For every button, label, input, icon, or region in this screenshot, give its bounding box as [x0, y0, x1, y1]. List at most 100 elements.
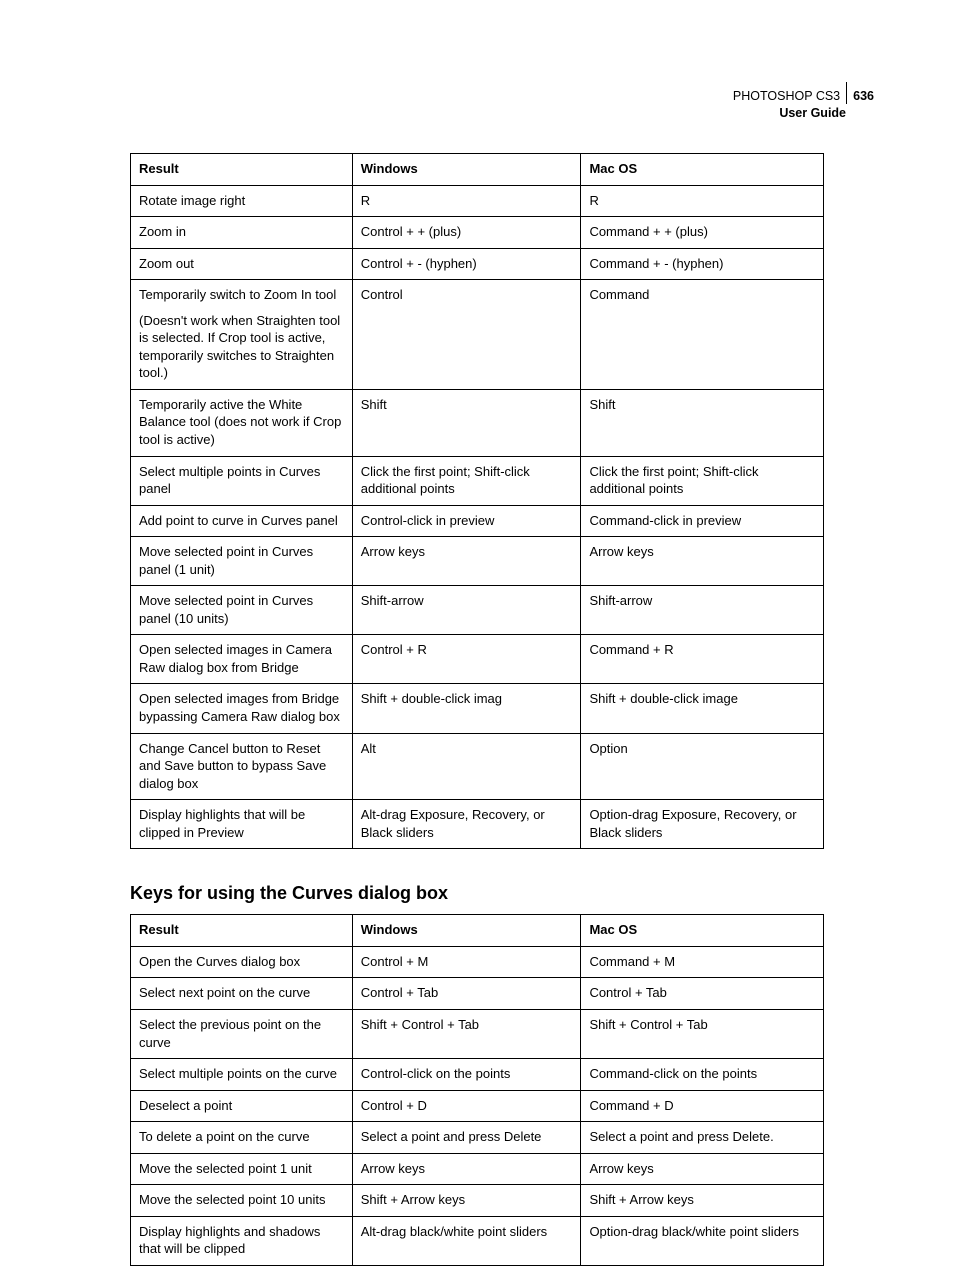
section-heading-curves: Keys for using the Curves dialog box	[130, 883, 824, 904]
cell-result: Move the selected point 10 units	[131, 1185, 353, 1217]
cell-win: Shift-arrow	[352, 586, 581, 635]
cell-result: Open the Curves dialog box	[131, 946, 353, 978]
cell-win: Control	[352, 280, 581, 390]
cell-win: Alt-drag black/white point sliders	[352, 1216, 581, 1265]
cell-result: To delete a point on the curve	[131, 1122, 353, 1154]
cell-win: Control + + (plus)	[352, 217, 581, 249]
table-row: Temporarily active the White Balance too…	[131, 389, 824, 456]
cell-mac: R	[581, 185, 824, 217]
col-result: Result	[131, 154, 353, 186]
col-windows: Windows	[352, 915, 581, 947]
cell-mac: Command	[581, 280, 824, 390]
cell-result: Add point to curve in Curves panel	[131, 505, 353, 537]
col-windows: Windows	[352, 154, 581, 186]
cell-result: Display highlights that will be clipped …	[131, 800, 353, 849]
cell-result: Zoom in	[131, 217, 353, 249]
table-row: Move selected point in Curves panel (1 u…	[131, 537, 824, 586]
cell-win: Control + D	[352, 1090, 581, 1122]
cell-result: Select next point on the curve	[131, 978, 353, 1010]
table-row: Move selected point in Curves panel (10 …	[131, 586, 824, 635]
cell-win: Control-click on the points	[352, 1059, 581, 1091]
cell-result: Move the selected point 1 unit	[131, 1153, 353, 1185]
cell-result: Select the previous point on the curve	[131, 1009, 353, 1058]
cell-mac: Select a point and press Delete.	[581, 1122, 824, 1154]
table-row: To delete a point on the curveSelect a p…	[131, 1122, 824, 1154]
table-row: Select multiple points on the curveContr…	[131, 1059, 824, 1091]
cell-result: Deselect a point	[131, 1090, 353, 1122]
cell-win: Arrow keys	[352, 537, 581, 586]
page: PHOTOSHOP CS3 636 User Guide Result Wind…	[0, 0, 954, 1235]
running-header: PHOTOSHOP CS3 636 User Guide	[733, 78, 874, 122]
col-result: Result	[131, 915, 353, 947]
cell-win: Control + M	[352, 946, 581, 978]
cell-win: Control-click in preview	[352, 505, 581, 537]
cell-result: Select multiple points in Curves panel	[131, 456, 353, 505]
cell-win: Control + Tab	[352, 978, 581, 1010]
table-row: Open selected images in Camera Raw dialo…	[131, 635, 824, 684]
cell-mac: Shift + Arrow keys	[581, 1185, 824, 1217]
cell-result: Zoom out	[131, 248, 353, 280]
cell-win: Shift + Arrow keys	[352, 1185, 581, 1217]
table-row: Add point to curve in Curves panelContro…	[131, 505, 824, 537]
cell-mac: Control + Tab	[581, 978, 824, 1010]
cell-result: Temporarily active the White Balance too…	[131, 389, 353, 456]
cell-mac: Arrow keys	[581, 1153, 824, 1185]
table-row: Change Cancel button to Reset and Save b…	[131, 733, 824, 800]
table-header-row: Result Windows Mac OS	[131, 154, 824, 186]
cell-result: Select multiple points on the curve	[131, 1059, 353, 1091]
table-row: Display highlights that will be clipped …	[131, 800, 824, 849]
cell-mac: Command + R	[581, 635, 824, 684]
header-separator	[846, 82, 847, 104]
cell-result: Temporarily switch to Zoom In tool(Doesn…	[131, 280, 353, 390]
col-mac: Mac OS	[581, 915, 824, 947]
cell-win: Alt	[352, 733, 581, 800]
table-row: Deselect a pointControl + DCommand + D	[131, 1090, 824, 1122]
cell-result: Move selected point in Curves panel (1 u…	[131, 537, 353, 586]
table-row: Rotate image rightRR	[131, 185, 824, 217]
cell-mac: Command + + (plus)	[581, 217, 824, 249]
cell-mac: Option-drag Exposure, Recovery, or Black…	[581, 800, 824, 849]
cell-win: Click the first point; Shift-click addit…	[352, 456, 581, 505]
cell-result: Rotate image right	[131, 185, 353, 217]
table-header-row: Result Windows Mac OS	[131, 915, 824, 947]
cell-result: Display highlights and shadows that will…	[131, 1216, 353, 1265]
table-row: Temporarily switch to Zoom In tool(Doesn…	[131, 280, 824, 390]
table-row: Move the selected point 1 unitArrow keys…	[131, 1153, 824, 1185]
cell-mac: Option-drag black/white point sliders	[581, 1216, 824, 1265]
cell-mac: Command + - (hyphen)	[581, 248, 824, 280]
page-content: Result Windows Mac OS Rotate image right…	[130, 153, 824, 1266]
cell-mac: Arrow keys	[581, 537, 824, 586]
cell-win: Control + - (hyphen)	[352, 248, 581, 280]
cell-result: Open selected images from Bridge bypassi…	[131, 684, 353, 733]
cell-mac: Command + D	[581, 1090, 824, 1122]
cell-win: Shift	[352, 389, 581, 456]
table-row: Select next point on the curveControl + …	[131, 978, 824, 1010]
shortcuts-table-1: Result Windows Mac OS Rotate image right…	[130, 153, 824, 849]
table-row: Select the previous point on the curve Sh…	[131, 1009, 824, 1058]
cell-mac: Command-click in preview	[581, 505, 824, 537]
cell-mac: Click the first point; Shift-click addit…	[581, 456, 824, 505]
cell-mac: Option	[581, 733, 824, 800]
cell-result: Open selected images in Camera Raw dialo…	[131, 635, 353, 684]
cell-mac: Shift + Control + Tab	[581, 1009, 824, 1058]
cell-win: Shift + double-click imag	[352, 684, 581, 733]
table-row: Zoom outControl + - (hyphen)Command + - …	[131, 248, 824, 280]
cell-result: Change Cancel button to Reset and Save b…	[131, 733, 353, 800]
table-row: Open the Curves dialog boxControl + MCom…	[131, 946, 824, 978]
cell-win: Select a point and press Delete	[352, 1122, 581, 1154]
cell-mac: Shift	[581, 389, 824, 456]
table-row: Display highlights and shadows that will…	[131, 1216, 824, 1265]
cell-mac: Shift-arrow	[581, 586, 824, 635]
table-row: Open selected images from Bridge bypassi…	[131, 684, 824, 733]
cell-win: Arrow keys	[352, 1153, 581, 1185]
cell-result: Move selected point in Curves panel (10 …	[131, 586, 353, 635]
page-number: 636	[853, 88, 874, 105]
product-name: PHOTOSHOP CS3	[733, 88, 840, 105]
cell-win: Alt-drag Exposure, Recovery, or Black sl…	[352, 800, 581, 849]
table-row: Zoom inControl + + (plus)Command + + (pl…	[131, 217, 824, 249]
guide-label: User Guide	[733, 105, 874, 122]
cell-win: Control + R	[352, 635, 581, 684]
table-row: Select multiple points in Curves panelCl…	[131, 456, 824, 505]
cell-mac: Shift + double-click image	[581, 684, 824, 733]
col-mac: Mac OS	[581, 154, 824, 186]
